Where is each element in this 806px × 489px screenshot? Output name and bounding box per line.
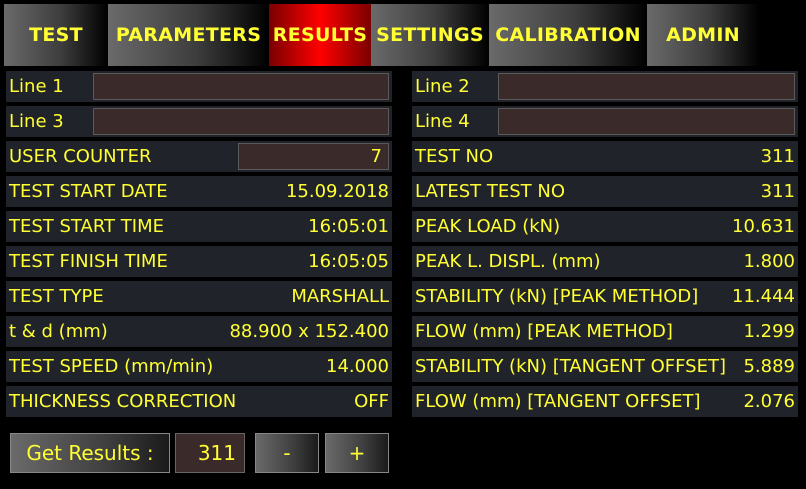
test-speed-value: 14.000 [326,356,389,377]
thickness-correction-row: THICKNESS CORRECTION OFF [6,386,392,417]
line1-row: Line 1 [6,71,392,102]
line4-row: Line 4 [412,106,798,137]
flow-peak-row: FLOW (mm) [PEAK METHOD] 1.299 [412,316,798,347]
get-results-input[interactable]: 311 [175,433,245,473]
latest-test-no-label: LATEST TEST NO [415,181,566,202]
test-finish-time-value: 16:05:05 [308,251,389,272]
test-start-date-value: 15.09.2018 [285,181,389,202]
line3-row: Line 3 [6,106,392,137]
test-no-label: TEST NO [415,146,494,167]
test-start-date-row: TEST START DATE 15.09.2018 [6,176,392,207]
latest-test-no-row: LATEST TEST NO 311 [412,176,798,207]
test-start-time-value: 16:05:01 [308,216,389,237]
line3-label: Line 3 [9,111,64,132]
peak-displacement-label: PEAK L. DISPL. (mm) [415,251,601,272]
flow-peak-label: FLOW (mm) [PEAK METHOD] [415,321,673,342]
flow-peak-value: 1.299 [743,321,795,342]
tab-results[interactable]: RESULTS [269,4,371,66]
dimensions-row: t & d (mm) 88.900 x 152.400 [6,316,392,347]
main-window: TEST PARAMETERS RESULTS SETTINGS CALIBRA… [0,0,806,489]
flow-tangent-label: FLOW (mm) [TANGENT OFFSET] [415,391,701,412]
test-no-value: 311 [760,146,795,167]
test-type-value: MARSHALL [291,286,389,307]
test-finish-time-row: TEST FINISH TIME 16:05:05 [6,246,392,277]
user-counter-row: USER COUNTER 7 [6,141,392,172]
get-results-label: Get Results : [10,433,170,473]
stability-peak-row: STABILITY (kN) [PEAK METHOD] 11.444 [412,281,798,312]
line2-label: Line 2 [415,76,470,97]
user-counter-label: USER COUNTER [9,146,152,167]
test-type-row: TEST TYPE MARSHALL [6,281,392,312]
peak-load-label: PEAK LOAD (kN) [415,216,561,237]
stability-tangent-value: 5.889 [743,356,795,377]
test-start-time-row: TEST START TIME 16:05:01 [6,211,392,242]
peak-load-value: 10.631 [732,216,795,237]
test-finish-time-label: TEST FINISH TIME [9,251,168,272]
decrement-button[interactable]: - [255,433,319,473]
test-no-row: TEST NO 311 [412,141,798,172]
thickness-correction-value: OFF [354,391,389,412]
line3-input[interactable] [93,108,389,135]
tab-parameters[interactable]: PARAMETERS [108,4,269,66]
peak-load-row: PEAK LOAD (kN) 10.631 [412,211,798,242]
dimensions-value: 88.900 x 152.400 [229,321,389,342]
tab-test[interactable]: TEST [4,4,108,66]
test-speed-row: TEST SPEED (mm/min) 14.000 [6,351,392,382]
stability-peak-value: 11.444 [732,286,795,307]
stability-peak-label: STABILITY (kN) [PEAK METHOD] [415,286,699,307]
tab-admin[interactable]: ADMIN [647,4,759,66]
dimensions-label: t & d (mm) [9,321,108,342]
increment-button[interactable]: + [325,433,389,473]
line2-row: Line 2 [412,71,798,102]
test-type-label: TEST TYPE [9,286,104,307]
flow-tangent-row: FLOW (mm) [TANGENT OFFSET] 2.076 [412,386,798,417]
latest-test-no-value: 311 [760,181,795,202]
thickness-correction-label: THICKNESS CORRECTION [9,391,237,412]
flow-tangent-value: 2.076 [743,391,795,412]
line4-input[interactable] [498,108,795,135]
tab-settings[interactable]: SETTINGS [371,4,489,66]
line1-input[interactable] [93,73,389,100]
user-counter-input[interactable]: 7 [238,143,389,170]
stability-tangent-label: STABILITY (kN) [TANGENT OFFSET] [415,356,726,377]
line4-label: Line 4 [415,111,470,132]
line2-input[interactable] [498,73,795,100]
test-speed-label: TEST SPEED (mm/min) [9,356,214,377]
test-start-date-label: TEST START DATE [9,181,168,202]
test-start-time-label: TEST START TIME [9,216,164,237]
peak-displacement-row: PEAK L. DISPL. (mm) 1.800 [412,246,798,277]
line1-label: Line 1 [9,76,64,97]
tab-calibration[interactable]: CALIBRATION [489,4,647,66]
tab-bar: TEST PARAMETERS RESULTS SETTINGS CALIBRA… [4,4,802,66]
peak-displacement-value: 1.800 [743,251,795,272]
stability-tangent-row: STABILITY (kN) [TANGENT OFFSET] 5.889 [412,351,798,382]
